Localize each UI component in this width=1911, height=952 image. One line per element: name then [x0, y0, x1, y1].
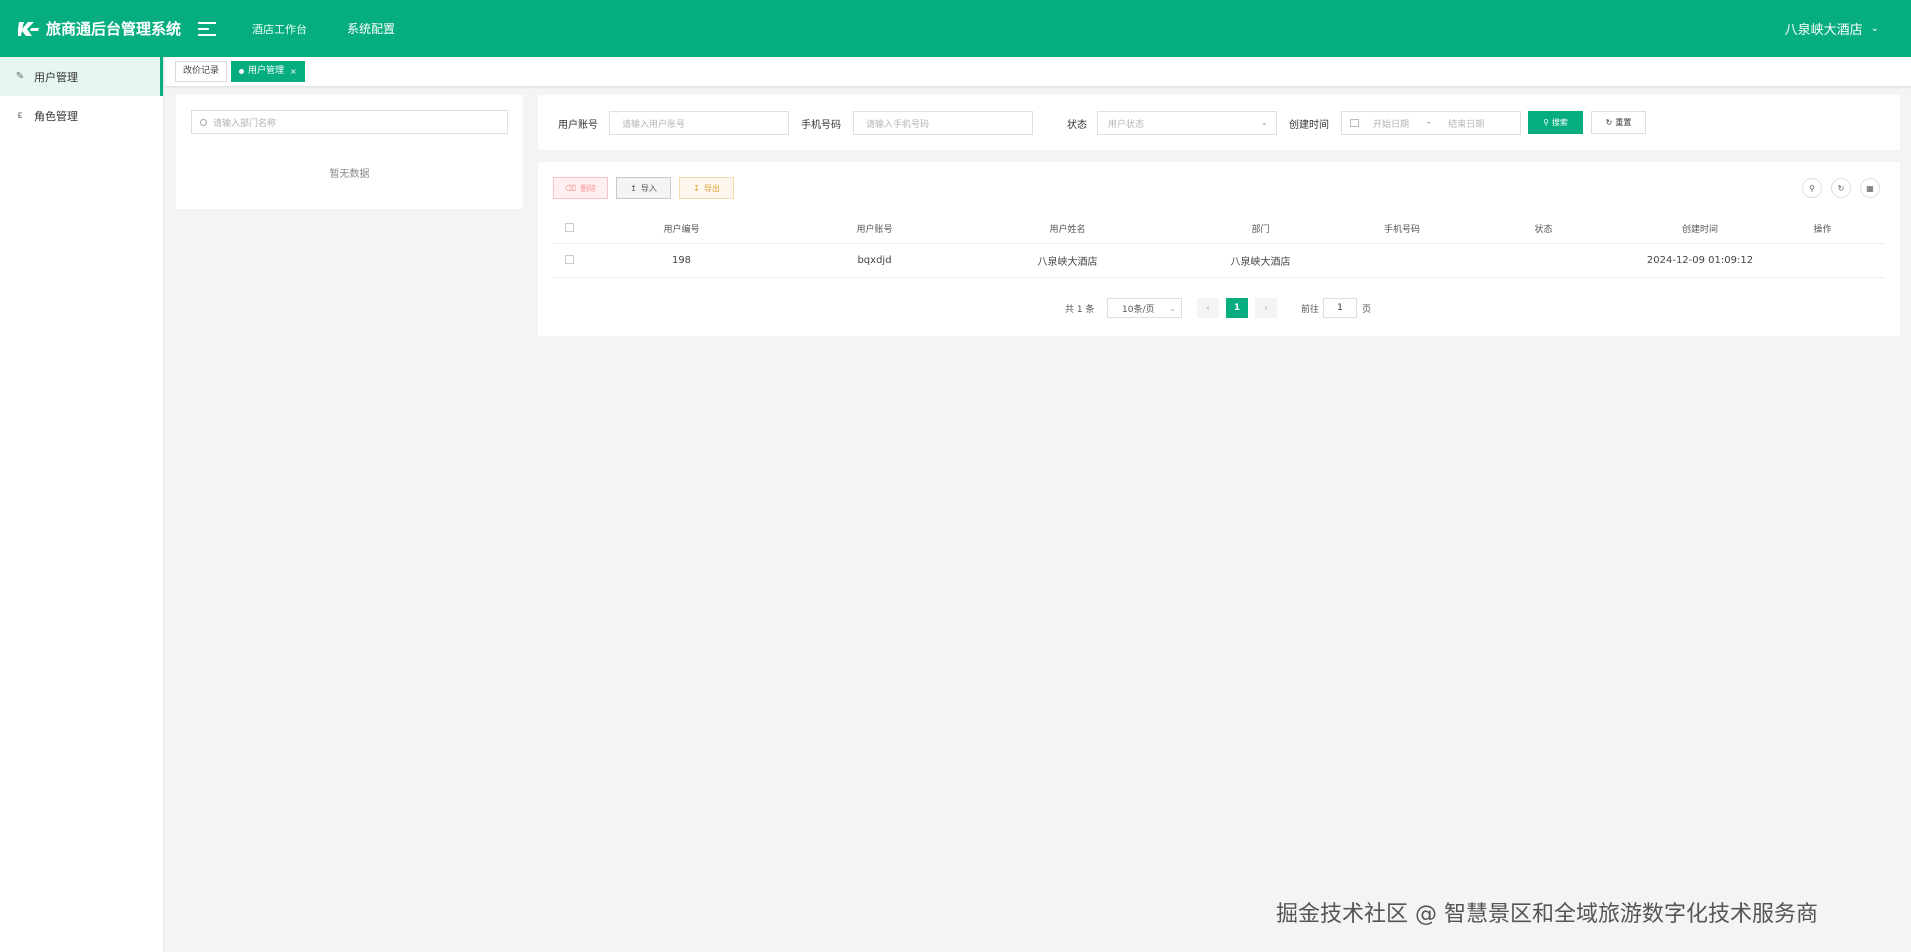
tab-user-management[interactable]: 用户管理 ×	[231, 61, 305, 82]
col-user-id: 用户编号	[663, 225, 700, 235]
cell-dept: 八泉峡大酒店	[1230, 257, 1291, 268]
account-input[interactable]: 请输入用户账号	[609, 111, 789, 135]
search-form: 用户账号 请输入用户账号 手机号码 请输入手机号码 状态 用户状态 ⌄ 创建时间…	[538, 95, 1900, 150]
tab-price-log[interactable]: 改价记录	[175, 61, 228, 82]
col-phone: 手机号码	[1383, 225, 1420, 235]
chevron-down-icon: ⌄	[1260, 118, 1268, 128]
col-dept: 部门	[1251, 225, 1270, 235]
created-label: 创建时间	[1289, 120, 1329, 131]
refresh-icon[interactable]: ↻	[1831, 178, 1851, 198]
next-page-button[interactable]: ›	[1255, 298, 1277, 318]
menu-toggle-icon[interactable]	[198, 21, 216, 36]
col-status: 状态	[1534, 225, 1553, 235]
dept-search-placeholder: 请输入部门名称	[213, 118, 277, 129]
sidebar-item-role-management[interactable]: ᴇ 角色管理	[0, 96, 163, 135]
col-created: 创建时间	[1681, 225, 1718, 235]
account-label: 用户账号	[558, 120, 598, 131]
sidebar: ✎ 用户管理 ᴇ 角色管理	[0, 57, 164, 952]
date-range-input[interactable]: 开始日期 - 结束日期	[1341, 111, 1521, 135]
import-label: 导入	[640, 183, 657, 193]
reset-button-label: 重置	[1615, 118, 1632, 127]
table-header: 用户编号 用户账号 用户姓名 部门 手机号码 状态 创建时间 操作	[553, 214, 1885, 244]
top-header: 旅商通后台管理系统 酒店工作台 系统配置 八泉峡大酒店 ⌄	[0, 0, 1911, 57]
date-separator: -	[1427, 118, 1431, 128]
person-icon: ᴇ	[17, 110, 23, 121]
cell-created: 2024-12-09 01:09:12	[1646, 255, 1754, 266]
close-icon[interactable]: ×	[290, 62, 297, 81]
user-menu[interactable]: 八泉峡大酒店 ⌄	[1785, 19, 1879, 38]
active-dot	[239, 69, 245, 74]
nav-hotel-workbench[interactable]: 酒店工作台	[252, 21, 307, 37]
sidebar-item-label: 用户管理	[34, 70, 78, 84]
row-checkbox[interactable]	[553, 254, 585, 267]
nav-system-config[interactable]: 系统配置	[347, 20, 395, 37]
sidebar-item-label: 角色管理	[34, 109, 78, 123]
columns-icon[interactable]: ▦	[1860, 178, 1880, 198]
status-select[interactable]: 用户状态 ⌄	[1097, 111, 1277, 135]
dept-tree-panel: 请输入部门名称 暂无数据	[176, 95, 523, 209]
phone-input[interactable]: 请输入手机号码	[853, 111, 1033, 135]
chevron-down-icon: ⌄	[1169, 303, 1176, 313]
cell-user-id: 198	[671, 255, 692, 266]
refresh-icon: ↻	[1605, 118, 1613, 127]
reset-button[interactable]: ↻ 重置	[1591, 111, 1646, 134]
trash-icon: ⌫	[564, 183, 577, 193]
phone-label: 手机号码	[801, 120, 841, 131]
account-placeholder: 请输入用户账号	[622, 119, 686, 130]
logo-icon	[18, 21, 39, 36]
app-title: 旅商通后台管理系统	[46, 20, 182, 38]
tab-label: 用户管理	[248, 66, 285, 76]
delete-label: 删除	[580, 183, 597, 193]
import-button[interactable]: ↥ 导入	[616, 177, 671, 199]
page-number-current[interactable]: 1	[1226, 298, 1248, 318]
watermark: 掘金技术社区 @ 智慧景区和全域旅游数字化技术服务商	[1276, 902, 1818, 927]
end-date-placeholder: 结束日期	[1448, 119, 1485, 130]
search-icon	[200, 118, 207, 126]
start-date-placeholder: 开始日期	[1373, 119, 1410, 130]
dept-search-input[interactable]: 请输入部门名称	[191, 110, 508, 134]
delete-button[interactable]: ⌫ 删除	[553, 177, 608, 199]
page-size-value: 10条/页	[1122, 304, 1155, 315]
tabs-bar: 改价记录 用户管理 ×	[165, 57, 1911, 87]
prev-page-button[interactable]: ‹	[1197, 298, 1219, 318]
toggle-search-icon[interactable]: ⚲	[1802, 178, 1822, 198]
export-button[interactable]: ↧ 导出	[679, 177, 734, 199]
chevron-down-icon: ⌄	[1870, 23, 1879, 34]
cell-user-account: bqxdjd	[857, 255, 892, 266]
status-label: 状态	[1067, 120, 1087, 131]
goto-label: 前往	[1301, 305, 1320, 315]
calendar-icon	[1350, 119, 1359, 127]
export-label: 导出	[703, 183, 720, 193]
search-button[interactable]: ⚲ 搜索	[1528, 111, 1583, 134]
user-name: 八泉峡大酒店	[1784, 23, 1863, 38]
user-table-panel: ⌫ 删除 ↥ 导入 ↧ 导出 ⚲ ↻ ▦ 用户编号 用户账号 用户姓名 部门 手…	[538, 162, 1900, 336]
empty-text: 暂无数据	[329, 169, 370, 180]
page-size-select[interactable]: 10条/页 ⌄	[1107, 298, 1182, 318]
tab-label: 改价记录	[183, 66, 220, 76]
table-row[interactable]: 198 bqxdjd 八泉峡大酒店 八泉峡大酒店 2024-12-09 01:0…	[553, 244, 1885, 278]
cell-user-name: 八泉峡大酒店	[1037, 257, 1098, 268]
status-placeholder: 用户状态	[1108, 119, 1145, 130]
pagination: 共 1 条 10条/页 ⌄ ‹ 1 › 前往 1 页	[538, 298, 1900, 318]
search-button-label: 搜索	[1551, 118, 1568, 127]
col-user-name: 用户姓名	[1049, 225, 1086, 235]
page-suffix: 页	[1362, 305, 1372, 315]
select-all-checkbox[interactable]	[553, 222, 585, 235]
pagination-total: 共 1 条	[1065, 305, 1095, 315]
brand: 旅商通后台管理系统	[0, 18, 190, 39]
upload-icon: ↥	[630, 183, 637, 193]
sidebar-item-user-management[interactable]: ✎ 用户管理	[0, 57, 163, 96]
download-icon: ↧	[693, 183, 700, 193]
col-actions: 操作	[1813, 225, 1832, 235]
goto-page-input[interactable]: 1	[1323, 298, 1357, 318]
search-icon: ⚲	[1543, 118, 1549, 127]
user-edit-icon: ✎	[15, 71, 25, 82]
phone-placeholder: 请输入手机号码	[866, 119, 930, 130]
col-user-account: 用户账号	[856, 225, 893, 235]
